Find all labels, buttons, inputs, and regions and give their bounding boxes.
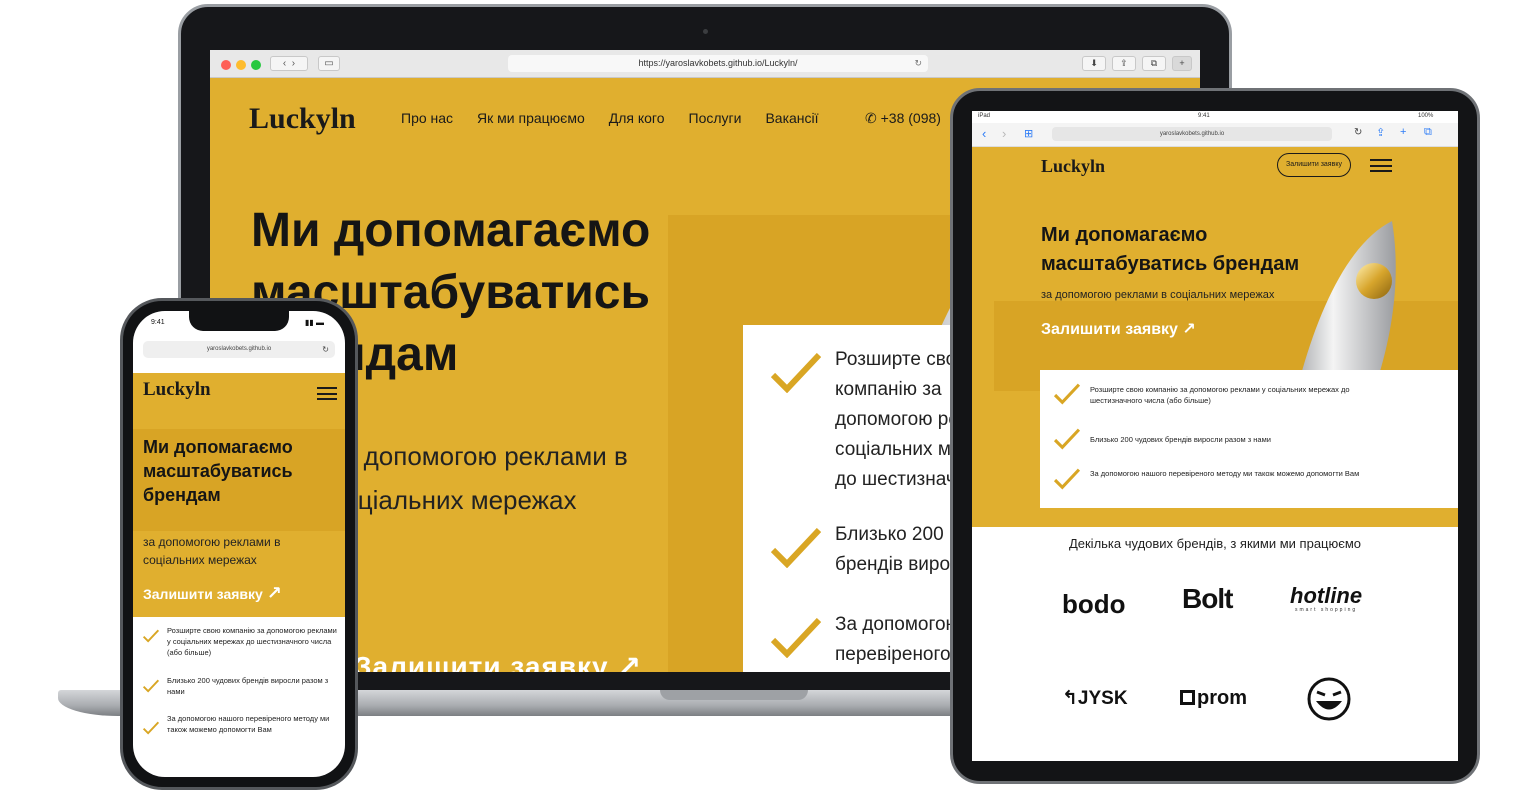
tablet-device: iPad 9:41 100% ‹ › ⊞ yaroslavkobets.gith…	[950, 88, 1480, 784]
phone-device: 9:41 ▮▮ ▬ yaroslavkobets.github.io ↻ Luc…	[120, 298, 358, 790]
checkmark-icon	[143, 679, 159, 693]
phone-icon: ✆	[865, 110, 877, 126]
tablet-url-bar[interactable]: yaroslavkobets.github.io	[1052, 127, 1332, 141]
phone-notch	[189, 311, 289, 331]
site-logo[interactable]: Luckyln	[143, 379, 211, 401]
share-icon[interactable]: ⇪	[1376, 126, 1385, 139]
brand-logo-bolt: Bolt	[1182, 583, 1233, 614]
tablet-status-battery: 100%	[1418, 113, 1434, 119]
bookmarks-icon[interactable]: ⊞	[1024, 127, 1033, 140]
add-icon[interactable]: +	[1400, 126, 1406, 138]
chevron-left-icon[interactable]: ‹	[283, 58, 286, 69]
chevron-right-icon[interactable]: ›	[1002, 126, 1006, 141]
jysk-wordmark: JYSK	[1077, 688, 1128, 709]
checkmark-icon	[143, 629, 159, 643]
share-icon[interactable]: ⇪	[1112, 56, 1136, 71]
tabs-icon[interactable]: ⧉	[1424, 126, 1432, 139]
request-button[interactable]: Залишити заявку	[1277, 153, 1351, 177]
square-icon	[1180, 690, 1195, 705]
tablet-status-left: iPad	[978, 113, 991, 119]
main-navigation: Про нас Як ми працюємо Для кого Послуги …	[401, 110, 819, 126]
nav-link-how-we-work[interactable]: Як ми працюємо	[477, 110, 585, 126]
checkmark-icon	[771, 618, 821, 658]
site-logo[interactable]: Luckyln	[249, 102, 356, 136]
menu-icon[interactable]	[317, 387, 337, 400]
arrow-up-right-icon: ↗	[266, 583, 282, 603]
brand-logo-bodo: bodo	[1062, 589, 1126, 619]
phone-url-bar[interactable]: yaroslavkobets.github.io ↻	[143, 341, 335, 358]
tablet-screen: iPad 9:41 100% ‹ › ⊞ yaroslavkobets.gith…	[972, 111, 1458, 761]
phone-status-time: 9:41	[151, 319, 165, 326]
benefit-text: За допомогою нашого перевіреного методу …	[1090, 469, 1360, 478]
laughing-face-logo-icon	[1307, 677, 1351, 721]
download-icon[interactable]: ⬇	[1082, 56, 1106, 71]
nav-link-about[interactable]: Про нас	[401, 110, 453, 126]
new-tab-icon[interactable]: +	[1172, 56, 1192, 71]
tablet-browser-bar: ‹ › ⊞ yaroslavkobets.github.io ↻ ⇪ + ⧉	[972, 123, 1458, 147]
nav-link-vacancies[interactable]: Вакансії	[765, 110, 818, 126]
hero-subtitle: за допомогою реклами в соціальних мережа…	[1041, 289, 1275, 301]
prom-wordmark: prom	[1197, 687, 1247, 709]
brand-logo-jysk: ↰JYSK	[1062, 687, 1128, 710]
bird-icon: ↰	[1062, 688, 1078, 709]
cta-request-link[interactable]: Залишити заявку ↗	[143, 583, 282, 604]
back-forward-buttons[interactable]: ‹ ›	[270, 56, 308, 71]
sidebar-toggle-icon[interactable]: ▭	[318, 56, 340, 71]
checkmark-icon	[1054, 428, 1080, 450]
brands-heading: Декілька чудових брендів, з якими ми пра…	[1068, 536, 1362, 551]
cta-request-link[interactable]: Залишити заявку ↗	[1041, 319, 1196, 339]
benefit-text: За допомогою нашого перевіреного методу …	[167, 714, 330, 734]
checkmark-icon	[771, 528, 821, 568]
chevron-right-icon[interactable]: ›	[292, 58, 295, 69]
header-phone[interactable]: ✆ +38 (098)	[865, 110, 941, 127]
benefit-text: Розширте свою компанію за допомогою рекл…	[1090, 385, 1350, 405]
menu-icon[interactable]	[1370, 159, 1392, 172]
phone-screen: 9:41 ▮▮ ▬ yaroslavkobets.github.io ↻ Luc…	[133, 311, 345, 777]
benefits-card: Розширте свою компанію за допомогою рекл…	[1040, 370, 1458, 508]
url-text: yaroslavkobets.github.io	[206, 346, 272, 352]
brand-logo-prom: prom	[1180, 687, 1247, 710]
url-text: yaroslavkobets.github.io	[1159, 131, 1225, 137]
reload-icon[interactable]: ↻	[1354, 127, 1362, 138]
laptop-camera	[703, 29, 708, 34]
site-logo[interactable]: Luckyln	[1041, 156, 1105, 177]
chevron-left-icon[interactable]: ‹	[982, 126, 986, 141]
checkmark-icon	[1054, 468, 1080, 490]
hotline-wordmark: hotline	[1290, 583, 1363, 608]
hero-subtitle: за допомогою реклами в соціальних мережа…	[143, 535, 281, 567]
laptop-hinge-notch	[660, 690, 808, 700]
hero-subtitle: за допомогою реклами в соціальних мережа…	[330, 441, 628, 515]
checkmark-icon	[1054, 383, 1080, 405]
cta-request-link[interactable]: Залишити заявку ↗	[354, 650, 642, 672]
benefit-text: Близько 200 чудових брендів виросли разо…	[167, 676, 329, 696]
hero-title: Ми допомагаємо масштабуватись брендам	[143, 437, 293, 505]
checkmark-icon	[771, 353, 821, 393]
hero-title: Ми допомагаємо масштабуватись брендам	[1041, 224, 1300, 275]
brand-logo-hotline: hotline smart shopping	[1290, 583, 1363, 614]
minimize-window-button[interactable]	[236, 60, 246, 70]
checkmark-icon	[143, 721, 159, 735]
url-text: https://yaroslavkobets.github.io/Luckyln…	[638, 58, 798, 68]
tabs-icon[interactable]: ⧉	[1142, 56, 1166, 71]
url-bar[interactable]: https://yaroslavkobets.github.io/Luckyln…	[508, 55, 928, 72]
tablet-status-time: 9:41	[1198, 113, 1210, 119]
cta-text: Залишити заявку	[143, 586, 263, 602]
signal-battery-icon: ▮▮ ▬	[305, 318, 325, 327]
maximize-window-button[interactable]	[251, 60, 261, 70]
phone-number: +38 (098)	[880, 110, 941, 126]
close-window-button[interactable]	[221, 60, 231, 70]
browser-toolbar: ‹ › ▭ https://yaroslavkobets.github.io/L…	[210, 50, 1200, 78]
benefit-text: Близько 200 чудових брендів виросли разо…	[1090, 435, 1271, 444]
nav-link-services[interactable]: Послуги	[689, 110, 742, 126]
reload-icon[interactable]: ↻	[914, 55, 922, 72]
hotline-tagline: smart shopping	[1294, 607, 1358, 613]
reload-icon[interactable]: ↻	[322, 341, 329, 358]
nav-link-for-whom[interactable]: Для кого	[609, 110, 665, 126]
benefit-text: Розширте свою компанію за допомогою рекл…	[167, 626, 337, 657]
